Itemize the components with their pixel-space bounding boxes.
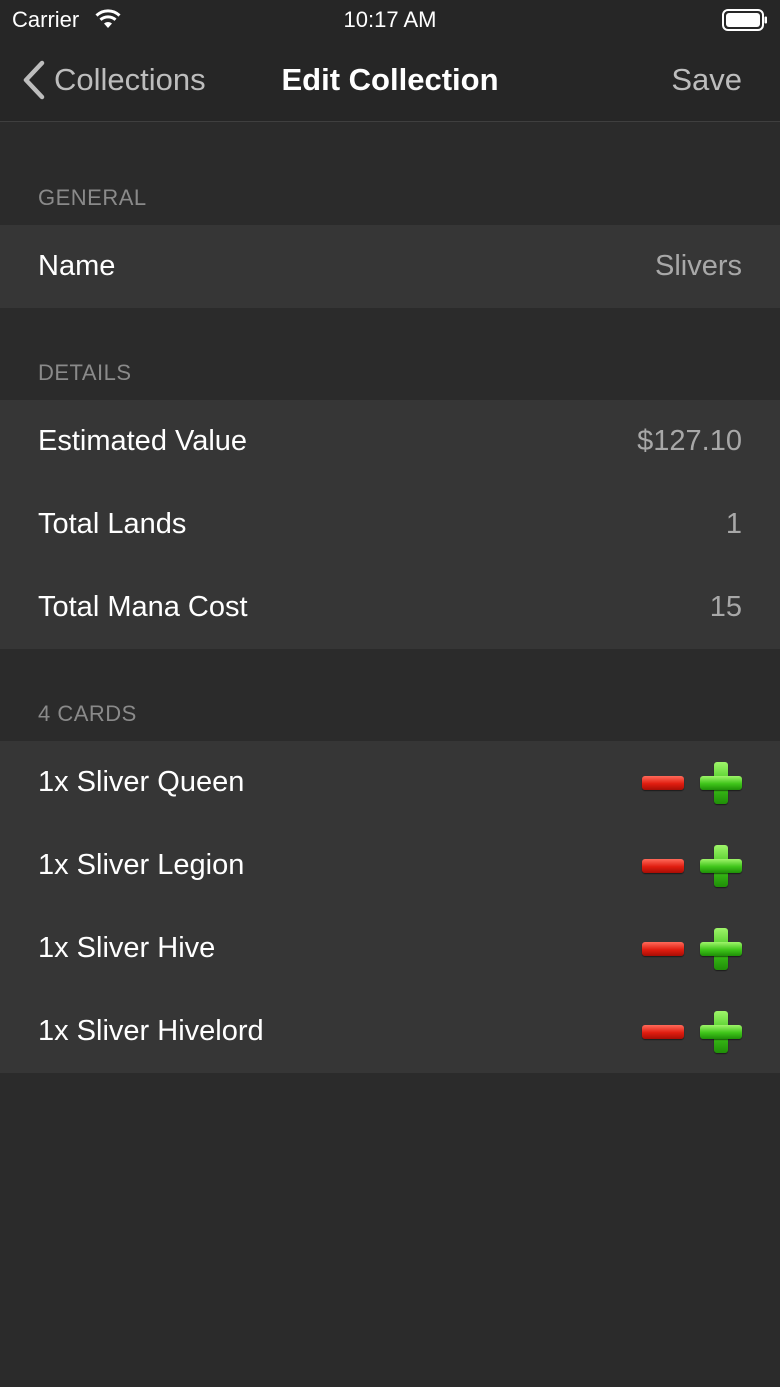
minus-icon[interactable] bbox=[642, 1024, 684, 1039]
form-content: GENERAL Name Slivers DETAILS Estimated V… bbox=[0, 123, 780, 1073]
section-title: 4 CARDS bbox=[38, 701, 137, 726]
section-header-details: DETAILS bbox=[0, 308, 780, 400]
navigation-bar: Collections Edit Collection Save bbox=[0, 40, 780, 122]
battery-icon bbox=[722, 9, 767, 31]
section-header-cards: 4 CARDS bbox=[0, 649, 780, 741]
minus-icon[interactable] bbox=[642, 775, 684, 790]
quantity-stepper bbox=[642, 927, 742, 970]
quantity-stepper bbox=[642, 761, 742, 804]
page-title: Edit Collection bbox=[281, 62, 499, 97]
name-label: Name bbox=[38, 250, 116, 282]
card-label: 1x Sliver Hivelord bbox=[38, 1015, 264, 1047]
section-title: GENERAL bbox=[38, 185, 147, 210]
cards-group: 1x Sliver Queen 1x Sliver Legion 1x Sliv… bbox=[0, 741, 780, 1073]
quantity-stepper bbox=[642, 1010, 742, 1053]
card-label: 1x Sliver Legion bbox=[38, 849, 245, 881]
status-bar: Carrier 10:17 AM bbox=[0, 0, 780, 40]
quantity-stepper bbox=[642, 844, 742, 887]
minus-icon[interactable] bbox=[642, 858, 684, 873]
general-group: Name Slivers bbox=[0, 225, 780, 308]
save-button[interactable]: Save bbox=[671, 62, 742, 98]
card-row[interactable]: 1x Sliver Legion bbox=[0, 824, 780, 907]
row-label: Total Mana Cost bbox=[38, 591, 248, 623]
name-field[interactable]: Slivers bbox=[655, 250, 742, 283]
details-group: Estimated Value $127.10 Total Lands 1 To… bbox=[0, 400, 780, 649]
row-label: Estimated Value bbox=[38, 425, 248, 457]
section-header-general: GENERAL bbox=[0, 123, 780, 225]
row-value: 15 bbox=[709, 591, 742, 623]
row-value: 1 bbox=[725, 508, 742, 540]
estimated-value-row: Estimated Value $127.10 bbox=[0, 400, 780, 483]
name-row[interactable]: Name Slivers bbox=[0, 225, 780, 308]
plus-icon[interactable] bbox=[700, 844, 742, 887]
card-row[interactable]: 1x Sliver Queen bbox=[0, 741, 780, 824]
card-row[interactable]: 1x Sliver Hivelord bbox=[0, 990, 780, 1073]
plus-icon[interactable] bbox=[700, 761, 742, 804]
plus-icon[interactable] bbox=[700, 1010, 742, 1053]
card-row[interactable]: 1x Sliver Hive bbox=[0, 907, 780, 990]
plus-icon[interactable] bbox=[700, 927, 742, 970]
card-label: 1x Sliver Hive bbox=[38, 932, 216, 964]
section-title: DETAILS bbox=[38, 360, 132, 385]
total-lands-row: Total Lands 1 bbox=[0, 483, 780, 566]
status-time: 10:17 AM bbox=[343, 7, 437, 32]
row-label: Total Lands bbox=[38, 508, 187, 540]
row-value: $127.10 bbox=[637, 425, 742, 457]
minus-icon[interactable] bbox=[642, 941, 684, 956]
card-label: 1x Sliver Queen bbox=[38, 766, 245, 798]
total-mana-cost-row: Total Mana Cost 15 bbox=[0, 566, 780, 649]
